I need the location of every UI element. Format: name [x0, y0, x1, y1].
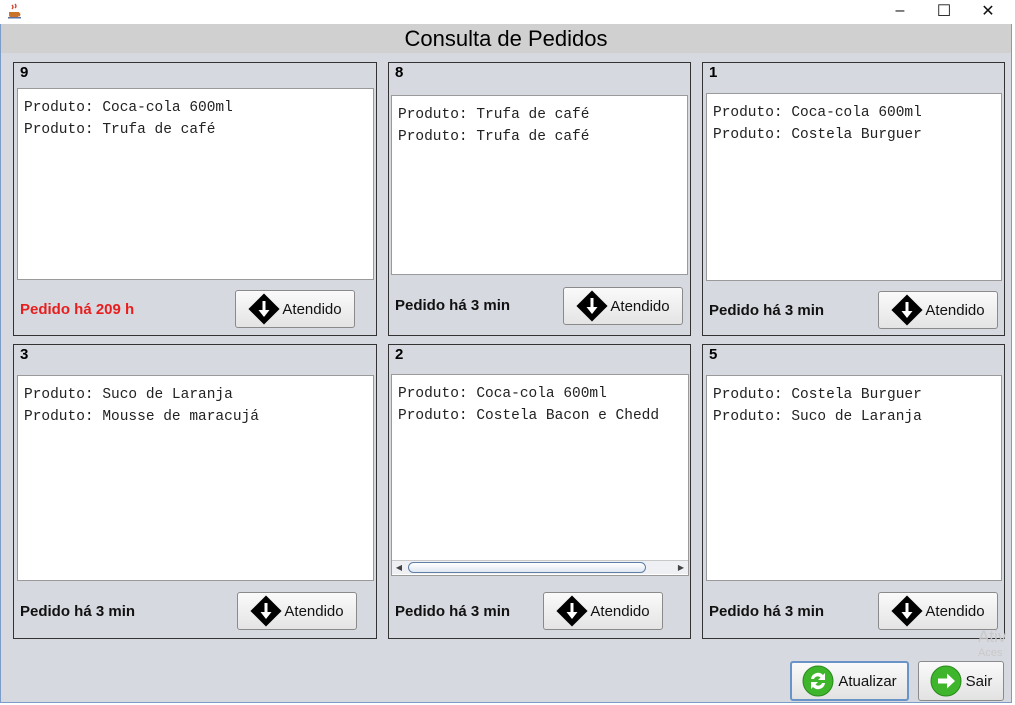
watermark-line: Ativ	[978, 628, 1007, 646]
attended-button[interactable]: Atendido	[235, 290, 355, 328]
order-card: 1 Produto: Coca-cola 600ml Produto: Cost…	[702, 62, 1005, 336]
arrow-right-circle-icon	[930, 665, 962, 697]
minimize-button[interactable]: –	[878, 0, 922, 22]
scrollbar-thumb[interactable]	[408, 562, 646, 573]
order-elapsed-time: Pedido há 3 min	[395, 603, 511, 620]
order-item-line: Produto: Coca-cola 600ml	[398, 386, 607, 402]
order-elapsed-time: Pedido há 3 min	[709, 302, 825, 319]
attended-button-label: Atendido	[925, 301, 985, 319]
window-titlebar: – ☐ ✕	[0, 0, 1015, 24]
attended-button[interactable]: Atendido	[563, 287, 683, 325]
attended-button-label: Atendido	[284, 602, 344, 620]
order-card: 9 Produto: Coca-cola 600ml Produto: Truf…	[13, 62, 377, 336]
order-item-line: Produto: Trufa de café	[24, 122, 216, 138]
order-item-line: Produto: Mousse de maracujá	[24, 409, 259, 425]
order-item-line: Produto: Trufa de café	[398, 129, 590, 145]
refresh-icon	[802, 665, 834, 697]
order-card: 5 Produto: Costela Burguer Produto: Suco…	[702, 344, 1005, 639]
order-item-line: Produto: Suco de Laranja	[713, 409, 922, 425]
order-card: 8 Produto: Trufa de café Produto: Trufa …	[388, 62, 691, 336]
java-cup-icon	[8, 3, 21, 19]
order-elapsed-time: Pedido há 3 min	[395, 297, 511, 314]
order-card: 3 Produto: Suco de Laranja Produto: Mous…	[13, 344, 377, 639]
horizontal-scrollbar[interactable]: ◀ ▶	[392, 560, 688, 574]
attended-button[interactable]: Atendido	[237, 592, 357, 630]
order-number: 8	[395, 64, 404, 81]
attended-button[interactable]: Atendido	[878, 291, 998, 329]
refresh-button-label: Atualizar	[838, 672, 897, 690]
attended-button-label: Atendido	[590, 602, 650, 620]
exit-button[interactable]: Sair	[918, 661, 1004, 701]
arrow-down-diamond-icon	[248, 293, 280, 325]
attended-button-label: Atendido	[610, 297, 670, 315]
refresh-button[interactable]: Atualizar	[790, 661, 909, 701]
arrow-down-diamond-icon	[891, 595, 923, 627]
attended-button-label: Atendido	[282, 300, 342, 318]
order-items-textarea[interactable]: Produto: Suco de Laranja Produto: Mousse…	[17, 375, 374, 581]
order-items-textarea[interactable]: Produto: Coca-cola 600ml Produto: Costel…	[706, 93, 1002, 281]
app-content: Consulta de Pedidos 9 Produto: Coca-cola…	[0, 24, 1012, 703]
scroll-right-icon[interactable]: ▶	[674, 561, 688, 574]
order-items-textarea[interactable]: Produto: Coca-cola 600ml Produto: Trufa …	[17, 88, 374, 280]
exit-button-label: Sair	[965, 672, 993, 690]
order-card: 2 Produto: Coca-cola 600ml Produto: Cost…	[388, 344, 691, 639]
order-number: 1	[709, 64, 718, 81]
order-number: 9	[20, 64, 29, 81]
order-item-line: Produto: Trufa de café	[398, 107, 590, 123]
order-number: 3	[20, 346, 29, 363]
order-items-textarea[interactable]: Produto: Coca-cola 600ml Produto: Costel…	[391, 374, 689, 576]
windows-activation-watermark: Ativ Aces	[978, 628, 1014, 660]
close-button[interactable]: ✕	[966, 0, 1010, 22]
arrow-down-diamond-icon	[556, 595, 588, 627]
arrow-down-diamond-icon	[250, 595, 282, 627]
watermark-line: Aces	[978, 647, 1003, 659]
order-item-line: Produto: Costela Burguer	[713, 387, 922, 403]
order-item-line: Produto: Coca-cola 600ml	[713, 105, 922, 121]
order-item-line: Produto: Costela Burguer	[713, 127, 922, 143]
arrow-down-diamond-icon	[891, 294, 923, 326]
page-title: Consulta de Pedidos	[1, 24, 1011, 53]
order-elapsed-time: Pedido há 209 h	[20, 301, 135, 318]
order-elapsed-time: Pedido há 3 min	[20, 603, 136, 620]
attended-button[interactable]: Atendido	[878, 592, 998, 630]
order-number: 2	[395, 346, 404, 363]
arrow-down-diamond-icon	[576, 290, 608, 322]
maximize-button[interactable]: ☐	[922, 0, 966, 22]
order-item-line: Produto: Coca-cola 600ml	[24, 100, 233, 116]
order-elapsed-time: Pedido há 3 min	[709, 603, 825, 620]
order-item-line: Produto: Suco de Laranja	[24, 387, 233, 403]
order-item-line: Produto: Costela Bacon e Chedd	[398, 408, 660, 424]
order-items-textarea[interactable]: Produto: Trufa de café Produto: Trufa de…	[391, 95, 688, 275]
attended-button-label: Atendido	[925, 602, 985, 620]
attended-button[interactable]: Atendido	[543, 592, 663, 630]
order-number: 5	[709, 346, 718, 363]
order-items-textarea[interactable]: Produto: Costela Burguer Produto: Suco d…	[706, 375, 1002, 581]
scroll-left-icon[interactable]: ◀	[392, 561, 406, 574]
